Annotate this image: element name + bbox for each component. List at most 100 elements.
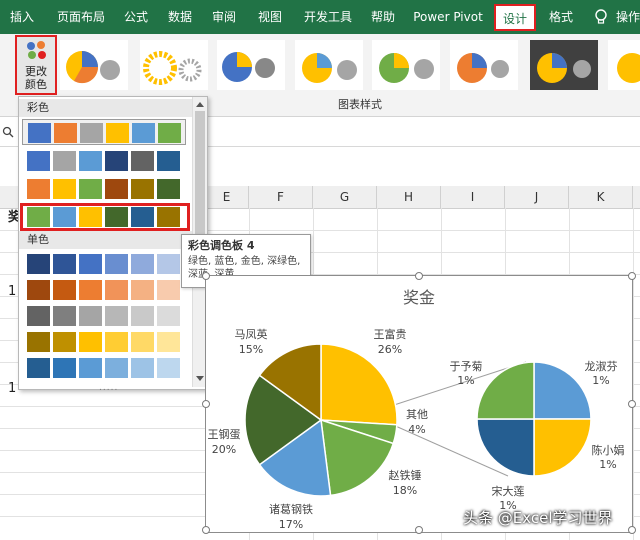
change-colors-button[interactable]: 更改 颜色 [15, 35, 57, 95]
data-label-其他[interactable]: 其他 4% [406, 408, 428, 436]
resize-handle[interactable] [628, 526, 636, 534]
data-label-陈小娟[interactable]: 陈小娟 1% [592, 443, 625, 471]
data-label-诸葛钢铁[interactable]: 诸葛钢铁 17% [269, 503, 313, 531]
resize-handle[interactable] [202, 272, 210, 280]
column-header-j[interactable]: J [505, 186, 569, 208]
scroll-down-icon[interactable] [195, 375, 205, 383]
column-header-e[interactable]: E [205, 186, 249, 208]
data-label-赵铁锤[interactable]: 赵铁锤 18% [389, 468, 422, 497]
tab-formulas[interactable]: 公式 [118, 0, 154, 34]
lightbulb-icon[interactable] [594, 9, 608, 25]
resize-handle[interactable] [628, 400, 636, 408]
mono-palette-3[interactable] [22, 303, 186, 329]
scrollbar-thumb[interactable] [195, 111, 205, 243]
tooltip-title: 彩色调色板 4 [188, 239, 255, 252]
color-swatch [28, 123, 51, 143]
pie-slice-龙淑芬[interactable] [533, 361, 592, 420]
color-swatch [79, 179, 102, 199]
color-swatch [53, 332, 76, 352]
chart-style-7[interactable] [530, 40, 598, 90]
resize-grip[interactable]: ..... [99, 383, 118, 393]
color-swatch [157, 358, 180, 378]
column-header-f[interactable]: F [249, 186, 313, 208]
chart-style-thumbnail [222, 52, 275, 82]
label-percent: 1% [592, 374, 609, 387]
mono-palette-4[interactable] [22, 329, 186, 355]
color-swatch [157, 280, 180, 300]
color-swatch [105, 254, 128, 274]
mono-palette-2[interactable] [22, 277, 186, 303]
search-icon[interactable] [2, 126, 14, 138]
data-label-马凤英[interactable]: 马凤英 15% [235, 327, 268, 356]
column-header-i[interactable]: I [441, 186, 505, 208]
color-swatch [131, 207, 154, 227]
resize-handle[interactable] [202, 526, 210, 534]
colorful-palette-3[interactable] [22, 176, 186, 202]
label-percent: 18% [393, 484, 417, 497]
tab-developer[interactable]: 开发工具 [297, 0, 359, 34]
column-header-g[interactable]: G [313, 186, 377, 208]
ribbon-tab-bar: 插入 页面布局 公式 数据 审阅 视图 开发工具 帮助 Power Pivot … [0, 0, 640, 34]
chart-style-thumbnail [617, 53, 640, 83]
color-swatch [53, 179, 76, 199]
pie-slice-王富贵[interactable] [320, 343, 398, 426]
pie-slice-宋大莲[interactable] [476, 418, 535, 477]
resize-handle[interactable] [202, 400, 210, 408]
data-label-王钢蛋[interactable]: 王钢蛋 20% [208, 428, 241, 456]
color-swatch [53, 306, 76, 326]
pie-of-pie-chart[interactable]: 奖金 马凤英 15% 王富贵 26% 其他 4% 王钢蛋 20% 赵铁锤 18%… [202, 272, 636, 534]
cell-text[interactable]: 1 [8, 284, 16, 299]
color-swatch [53, 207, 76, 227]
mono-palette-5[interactable] [22, 355, 186, 381]
resize-handle[interactable] [628, 272, 636, 280]
colorful-palette-2[interactable] [22, 148, 186, 174]
scroll-up-icon[interactable] [195, 100, 205, 108]
chart-style-thumbnail [379, 53, 434, 83]
colorful-palette-4[interactable] [20, 203, 190, 231]
tab-review[interactable]: 审阅 [206, 0, 242, 34]
color-swatch [105, 358, 128, 378]
tab-design[interactable]: 设计 [494, 4, 536, 31]
pie-slice-于予菊[interactable] [476, 361, 535, 420]
chart-canvas: 奖金 马凤英 15% 王富贵 26% 其他 4% 王钢蛋 20% 赵铁锤 18%… [208, 288, 625, 531]
tab-format[interactable]: 格式 [543, 0, 579, 34]
tab-insert[interactable]: 插入 [0, 0, 44, 34]
tab-page-layout[interactable]: 页面布局 [50, 0, 112, 34]
tab-power-pivot[interactable]: Power Pivot [411, 0, 485, 34]
cell-text[interactable]: 1 [8, 381, 16, 396]
colorful-palette-1[interactable] [22, 119, 186, 145]
chart-styles-group-label: 图表样式 [338, 98, 382, 111]
label-percent: 1% [599, 458, 616, 471]
data-label-于予菊[interactable]: 于予菊 1% [450, 360, 483, 387]
color-swatch [157, 332, 180, 352]
color-swatch [131, 280, 154, 300]
chart-style-2[interactable] [140, 40, 208, 90]
chart-title[interactable]: 奖金 [403, 288, 435, 307]
chart-style-6[interactable] [450, 40, 518, 90]
chart-style-4[interactable] [295, 40, 363, 90]
column-header-k[interactable]: K [569, 186, 633, 208]
column-header-h[interactable]: H [377, 186, 441, 208]
data-label-王富贵[interactable]: 王富贵 26% [374, 327, 407, 356]
mono-palette-1[interactable] [22, 251, 186, 277]
tab-view[interactable]: 视图 [252, 0, 288, 34]
chart-style-8[interactable] [608, 40, 640, 90]
chart-style-3[interactable] [217, 40, 285, 90]
tab-data[interactable]: 数据 [162, 0, 198, 34]
chart-style-thumbnail [302, 53, 357, 83]
color-swatch [27, 332, 50, 352]
color-swatch [105, 207, 128, 227]
color-swatch [79, 151, 102, 171]
label-name: 陈小娟 [592, 443, 625, 457]
resize-handle[interactable] [415, 526, 423, 534]
color-swatch [53, 151, 76, 171]
chart-style-thumbnail [457, 53, 509, 83]
chart-style-1[interactable] [60, 40, 128, 90]
tab-tell-me[interactable]: 操作 [616, 0, 640, 34]
data-label-龙淑芬[interactable]: 龙淑芬 1% [585, 360, 618, 387]
color-swatch [105, 151, 128, 171]
resize-handle[interactable] [415, 272, 423, 280]
chart-style-5[interactable] [372, 40, 440, 90]
pie-slice-陈小娟[interactable] [533, 418, 592, 477]
tab-help[interactable]: 帮助 [365, 0, 401, 34]
